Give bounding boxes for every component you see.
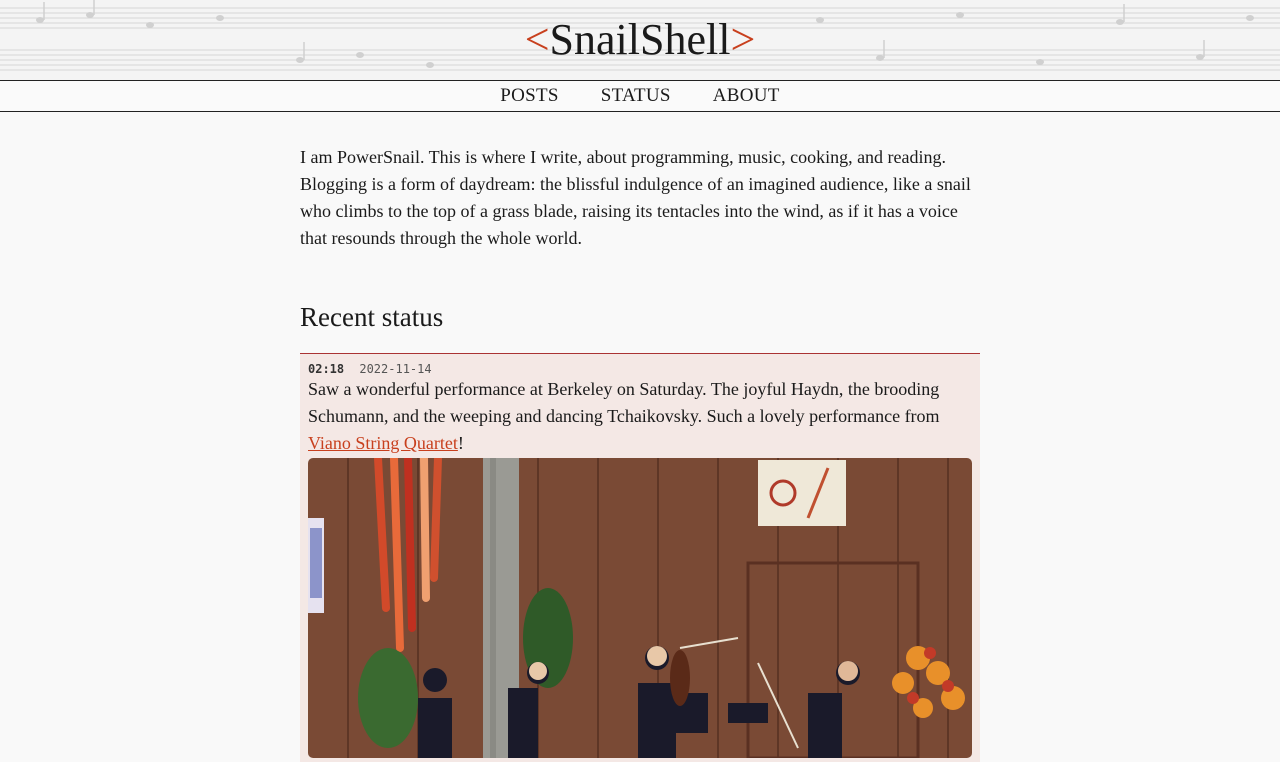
status-text-before: Saw a wonderful performance at Berkeley … — [308, 379, 940, 426]
status-text: Saw a wonderful performance at Berkeley … — [308, 376, 972, 457]
main-content: I am PowerSnail. This is where I write, … — [300, 112, 980, 762]
concert-photo[interactable] — [308, 458, 972, 758]
title-close-bracket: > — [730, 15, 756, 64]
title-open-bracket: < — [524, 15, 550, 64]
main-nav: POSTS STATUS ABOUT — [0, 80, 1280, 112]
nav-posts[interactable]: POSTS — [500, 85, 559, 107]
intro-paragraph: I am PowerSnail. This is where I write, … — [300, 147, 971, 248]
site-header: <SnailShell> POSTS STATUS ABOUT — [0, 0, 1280, 112]
viano-quartet-link[interactable]: Viano String Quartet — [308, 433, 458, 453]
status-date: 2022-11-14 — [359, 362, 432, 376]
status-card: 02:18 2022-11-14 Saw a wonderful perform… — [300, 353, 980, 762]
site-title-link[interactable]: <SnailShell> — [0, 14, 1280, 66]
status-meta: 02:18 2022-11-14 — [308, 362, 972, 376]
recent-status-heading: Recent status — [300, 302, 444, 332]
nav-about[interactable]: ABOUT — [713, 85, 780, 107]
nav-status[interactable]: STATUS — [601, 85, 671, 107]
concert-photo-image — [308, 458, 972, 758]
status-text-after: ! — [457, 433, 464, 453]
site-title-text: SnailShell — [549, 15, 731, 64]
status-time: 02:18 — [308, 362, 345, 376]
music-sheet-banner: <SnailShell> — [0, 0, 1280, 80]
